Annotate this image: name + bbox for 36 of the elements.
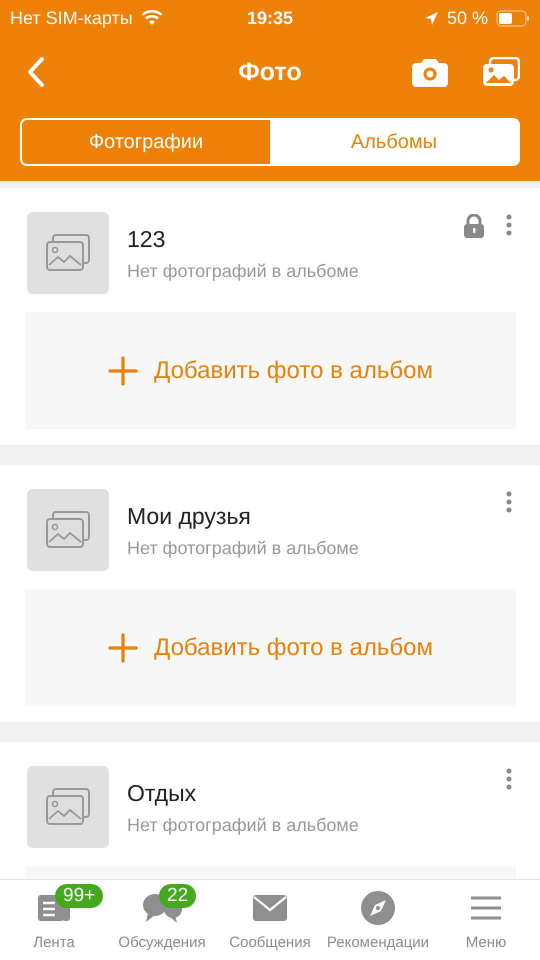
count-badge: 22 <box>159 884 196 908</box>
more-icon[interactable] <box>506 491 512 513</box>
album-title: 123 <box>127 226 166 253</box>
more-icon[interactable] <box>506 214 512 236</box>
clock-time: 19:35 <box>246 8 294 28</box>
segment-tab[interactable]: Альбомы <box>270 120 518 164</box>
tab-bar-item[interactable]: 22 Обсуждения <box>108 880 216 960</box>
tab-bar-item[interactable]: Рекомендации <box>324 880 432 960</box>
album-subtitle: Нет фотографий в альбоме <box>127 538 359 559</box>
plus-icon <box>108 356 138 386</box>
menu-icon <box>471 895 501 921</box>
tab-bar-item[interactable]: 99+ Лента <box>0 880 108 960</box>
album-subtitle: Нет фотографий в альбоме <box>127 261 359 282</box>
album-subtitle: Нет фотографий в альбоме <box>127 815 359 836</box>
tab-bar-item[interactable]: Сообщения <box>216 880 324 960</box>
album-title: Отдых <box>127 780 198 807</box>
camera-icon[interactable] <box>412 57 448 87</box>
plus-icon <box>108 632 138 662</box>
gallery-icon[interactable] <box>482 57 520 87</box>
image-placeholder-icon <box>45 510 91 550</box>
album-title: Мои друзья <box>127 503 252 530</box>
battery-icon <box>496 10 530 26</box>
image-placeholder-icon <box>45 233 91 273</box>
tab-bar-item[interactable]: Меню <box>432 880 540 960</box>
battery-percent: 50 % <box>446 8 488 28</box>
wifi-icon <box>140 10 163 26</box>
add-photo-button[interactable]: Добавить фото в альбом <box>25 312 516 429</box>
more-icon[interactable] <box>506 768 512 790</box>
page-title: Фото <box>238 58 302 86</box>
location-arrow-icon <box>424 10 439 26</box>
compass-icon <box>361 891 395 925</box>
add-photo-button[interactable]: Добавить фото в альбом <box>25 589 516 706</box>
carrier-text: Нет SIM-карты <box>10 8 133 28</box>
image-placeholder-icon <box>45 787 91 827</box>
envelope-icon <box>253 895 287 921</box>
count-badge: 99+ <box>55 884 104 908</box>
